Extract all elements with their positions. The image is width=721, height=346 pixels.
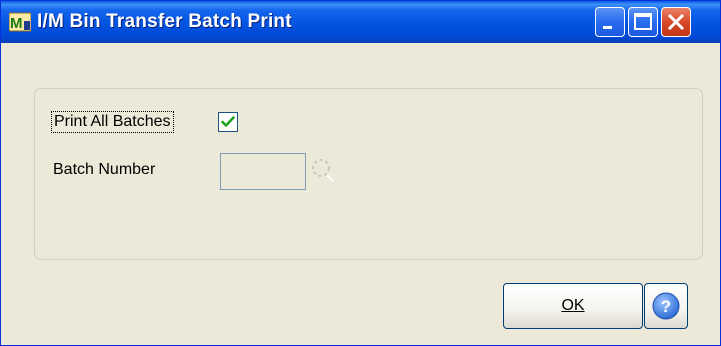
svg-text:?: ? [661, 297, 671, 316]
batch-number-input[interactable] [220, 153, 306, 190]
app-icon[interactable]: M [8, 12, 32, 32]
maximize-icon [634, 13, 652, 30]
close-button[interactable] [661, 7, 691, 37]
dialog-window: M I/M Bin Transfer Batch Print Print All… [0, 0, 721, 346]
svg-text:M: M [10, 15, 23, 32]
lookup-icon [312, 159, 334, 182]
help-button[interactable]: ? [644, 283, 688, 329]
minimize-button[interactable] [595, 7, 625, 37]
help-icon: ? [652, 292, 680, 320]
ok-button-label: OK [561, 297, 585, 314]
checkmark-icon [221, 116, 235, 127]
print-all-batches-checkbox[interactable] [218, 112, 238, 132]
window-title: I/M Bin Transfer Batch Print [37, 11, 292, 32]
maximize-button[interactable] [628, 7, 658, 37]
title-bar[interactable]: M I/M Bin Transfer Batch Print [1, 1, 720, 43]
batch-lookup-button[interactable] [307, 153, 343, 189]
ok-button[interactable]: OK [503, 283, 643, 329]
close-icon [667, 13, 685, 31]
minimize-icon [603, 26, 612, 29]
print-all-batches-label[interactable]: Print All Batches [51, 111, 174, 133]
batch-number-label: Batch Number [53, 161, 156, 178]
